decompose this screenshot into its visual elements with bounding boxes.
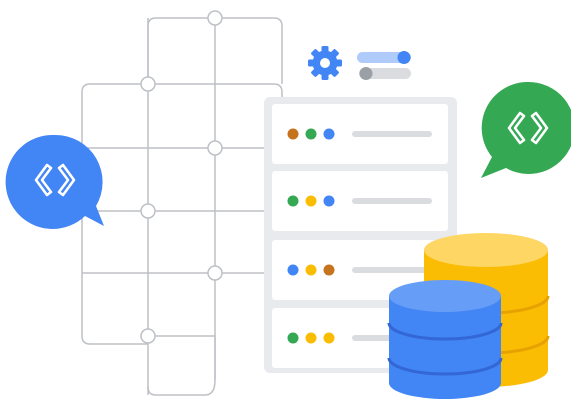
toggle-switch-on <box>357 51 411 64</box>
code-bubble-right <box>481 81 571 178</box>
server-row <box>272 104 448 164</box>
status-dot <box>305 195 317 207</box>
network-node <box>140 203 156 219</box>
cloud-code-illustration <box>5 10 571 399</box>
status-dot <box>287 332 299 344</box>
status-dot <box>287 195 299 207</box>
network-node <box>207 265 223 281</box>
status-dot <box>305 264 317 276</box>
status-dot <box>323 264 335 276</box>
status-dot <box>323 128 335 140</box>
network-grid <box>81 17 283 396</box>
network-node <box>207 140 223 156</box>
toggle-switch-off <box>359 67 411 80</box>
server-row-line <box>352 267 432 273</box>
gear-icon <box>308 46 342 80</box>
network-nodes <box>140 10 223 344</box>
server-row-line <box>352 131 432 137</box>
network-node <box>140 76 156 92</box>
network-node <box>140 328 156 344</box>
server-row-line <box>352 198 432 204</box>
status-dot <box>287 128 299 140</box>
server-row <box>272 171 448 231</box>
status-dot <box>305 128 317 140</box>
status-dot <box>323 332 335 344</box>
code-bubble-left <box>5 134 104 229</box>
network-node <box>207 10 223 26</box>
status-dot <box>287 264 299 276</box>
status-dot <box>323 195 335 207</box>
database-icon <box>387 280 503 399</box>
status-dot <box>305 332 317 344</box>
